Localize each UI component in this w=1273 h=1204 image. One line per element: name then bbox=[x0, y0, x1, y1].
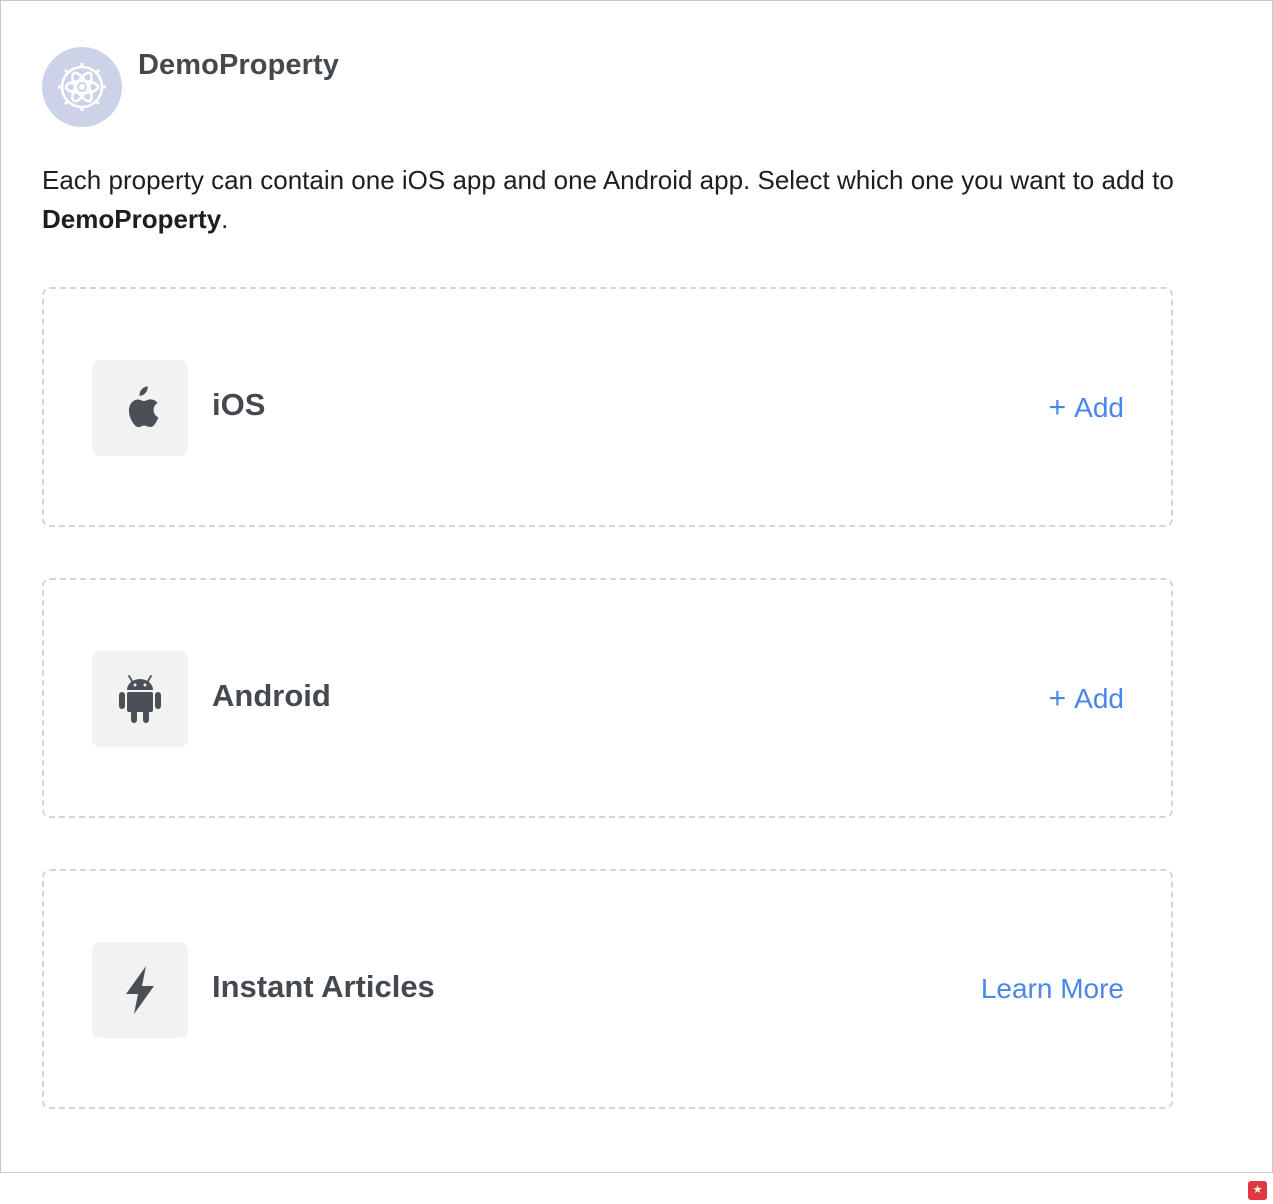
instant-articles-card: Instant Articles Learn More bbox=[42, 869, 1173, 1109]
ios-add-label: Add bbox=[1074, 392, 1124, 423]
lightning-bolt-icon bbox=[126, 966, 154, 1014]
description-property-name: DemoProperty bbox=[42, 204, 222, 234]
description-text: Each property can contain one iOS app an… bbox=[42, 161, 1182, 239]
ios-card: iOS + Add bbox=[42, 287, 1173, 527]
android-title: Android bbox=[212, 678, 331, 713]
apple-icon bbox=[128, 386, 159, 428]
atom-gear-icon bbox=[58, 63, 106, 111]
property-header: DemoProperty bbox=[42, 47, 339, 127]
plus-icon: + bbox=[1048, 391, 1067, 424]
property-panel: DemoProperty Each property can contain o… bbox=[0, 0, 1273, 1173]
learn-more-link[interactable]: Learn More bbox=[981, 973, 1124, 1005]
android-card: Android + Add bbox=[42, 578, 1173, 818]
star-badge-icon[interactable]: ★ bbox=[1248, 1181, 1267, 1200]
plus-icon: + bbox=[1048, 682, 1067, 715]
instant-articles-title: Instant Articles bbox=[212, 969, 435, 1004]
android-icon bbox=[119, 675, 161, 723]
android-add-label: Add bbox=[1074, 683, 1124, 714]
android-icon-tile bbox=[92, 651, 188, 747]
ios-title: iOS bbox=[212, 387, 266, 422]
property-avatar bbox=[42, 47, 122, 127]
android-add-button[interactable]: + Add bbox=[1049, 682, 1124, 716]
description-body: Each property can contain one iOS app an… bbox=[42, 165, 1174, 195]
instant-articles-icon-tile bbox=[92, 942, 188, 1038]
ios-add-button[interactable]: + Add bbox=[1049, 391, 1124, 425]
ios-icon-tile bbox=[92, 360, 188, 456]
property-name: DemoProperty bbox=[138, 49, 340, 81]
description-period: . bbox=[221, 204, 229, 234]
